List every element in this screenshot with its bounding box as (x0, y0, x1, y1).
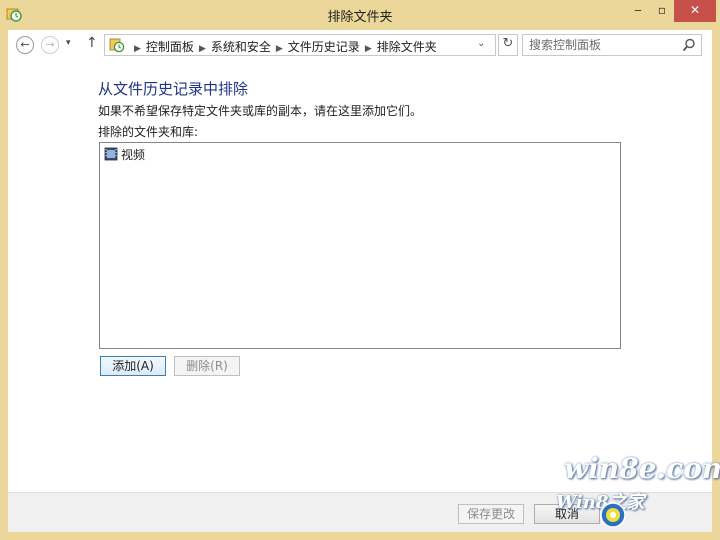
search-icon[interactable] (682, 38, 696, 52)
remove-button[interactable]: 删除(R) (174, 356, 240, 376)
recent-locations-chevron-down-icon[interactable]: ▾ (66, 38, 71, 48)
navigation-bar: ← → ▾ ↑ ▶ 控制面板 ▶ 系统和安全 ▶ 文件历史记录 ▶ 排除文件夹 ⌄ ↻ (8, 30, 712, 60)
breadcrumb-separator-icon[interactable]: ▶ (199, 44, 206, 54)
window-title: 排除文件夹 (327, 10, 393, 25)
disc-logo-icon (600, 502, 626, 528)
search-input[interactable] (529, 37, 679, 53)
page-description: 如果不希望保存特定文件夹或库的副本，请在这里添加它们。 (98, 104, 423, 118)
breadcrumb-separator-icon[interactable]: ▶ (134, 44, 141, 54)
forward-button[interactable]: → (41, 36, 59, 54)
up-arrow-icon[interactable]: ↑ (86, 35, 98, 51)
breadcrumb-item-file-history[interactable]: 文件历史记录 (288, 40, 360, 54)
breadcrumb-item-exclude-folders[interactable]: 排除文件夹 (377, 40, 437, 54)
watermark-text: win8e.com (564, 452, 720, 485)
search-box[interactable] (522, 34, 702, 56)
exclude-folders-window: 排除文件夹 ‒ ▫ ✕ ← → ▾ ↑ ▶ 控制面板 ▶ 系统和安全 ▶ 文件历史记录 ▶ 排… (0, 0, 720, 540)
control-panel-icon (109, 38, 125, 53)
breadcrumb: ▶ 控制面板 ▶ 系统和安全 ▶ 文件历史记录 ▶ 排除文件夹 (129, 38, 437, 55)
breadcrumb-separator-icon[interactable]: ▶ (276, 44, 283, 54)
breadcrumb-item-system-security[interactable]: 系统和安全 (211, 40, 271, 54)
maximize-button[interactable]: ▫ (650, 0, 674, 22)
video-library-icon (104, 147, 118, 161)
page-title: 从文件历史记录中排除 (98, 80, 249, 98)
excluded-list-label: 排除的文件夹和库: (98, 125, 199, 139)
breadcrumb-item-control-panel[interactable]: 控制面板 (146, 40, 194, 54)
list-item[interactable]: 视频 (104, 145, 145, 163)
breadcrumb-separator-icon[interactable]: ▶ (365, 44, 372, 54)
title-bar[interactable]: 排除文件夹 ‒ ▫ ✕ (0, 0, 720, 30)
minimize-button[interactable]: ‒ (626, 0, 650, 22)
watermark-logo: win8e.com Win8之家 (556, 450, 720, 534)
excluded-folders-list[interactable]: 视频 (99, 142, 621, 349)
refresh-button[interactable]: ↻ (498, 34, 518, 56)
add-button[interactable]: 添加(A) (100, 356, 166, 376)
save-changes-button[interactable]: 保存更改 (458, 504, 524, 524)
back-button[interactable]: ← (16, 36, 34, 54)
close-button[interactable]: ✕ (674, 0, 716, 22)
address-bar[interactable]: ▶ 控制面板 ▶ 系统和安全 ▶ 文件历史记录 ▶ 排除文件夹 ⌄ (104, 34, 496, 56)
list-item-label: 视频 (121, 147, 146, 162)
address-dropdown-chevron-down-icon[interactable]: ⌄ (477, 38, 485, 49)
